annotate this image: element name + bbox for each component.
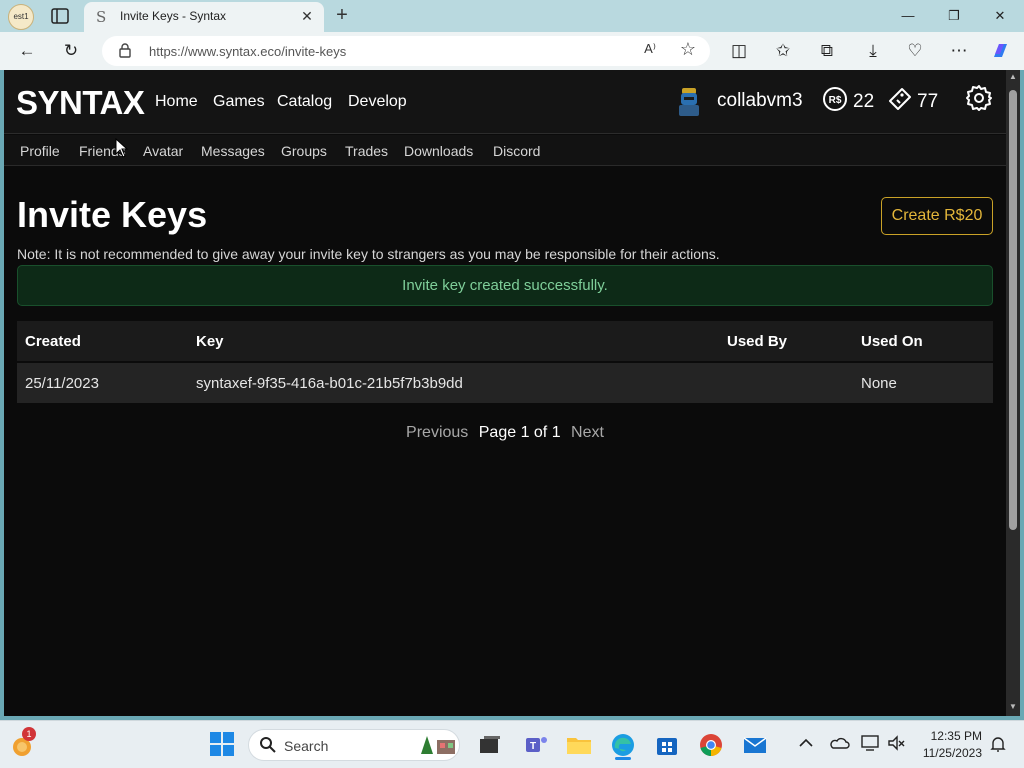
pagination: Previous Page 1 of 1 Next [4,424,1006,442]
cell-used-on: None [853,362,993,403]
cell-used-by [719,362,853,403]
favorites-icon[interactable]: ✩ [772,40,794,62]
clock-date[interactable]: 11/25/2023 [916,746,982,760]
subnav-trades[interactable]: Trades [345,143,388,159]
column-header-used-on: Used On [853,321,993,363]
scroll-up-arrow-icon[interactable]: ▲ [1008,72,1018,84]
tix-balance: 77 [917,91,939,112]
next-page-link[interactable]: Next [571,424,604,441]
site-logo[interactable]: SYNTAX [16,84,145,122]
minimize-icon[interactable]: — [898,6,918,26]
mouse-cursor-icon [115,137,129,158]
lock-icon [118,42,132,58]
nav-home[interactable]: Home [155,93,198,111]
column-header-created: Created [17,321,188,363]
svg-text:T: T [530,741,536,752]
invite-keys-table: Created Key Used By Used On 25/11/2023 s… [17,321,993,403]
create-invite-key-button[interactable]: Create R$20 [881,197,993,235]
subnav-groups[interactable]: Groups [281,143,327,159]
cell-created: 25/11/2023 [17,362,188,403]
favorite-star-icon[interactable]: ☆ [680,39,696,60]
new-tab-icon[interactable]: + [332,5,352,27]
teams-icon[interactable]: T [522,731,550,759]
syntax-favicon-icon: S [96,8,107,26]
nav-catalog[interactable]: Catalog [277,93,332,111]
subnav-downloads[interactable]: Downloads [404,143,473,159]
table-row: 25/11/2023 syntaxef-9f35-416a-b01c-21b5f… [17,362,993,403]
url-text: https://www.syntax.eco/invite-keys [149,44,347,59]
page-indicator: Page 1 of 1 [478,424,561,441]
avatar[interactable] [676,86,702,118]
subnav-messages[interactable]: Messages [201,143,265,159]
settings-gear-icon[interactable] [965,84,993,112]
notifications-bell-icon[interactable] [988,734,1016,762]
subnav-discord[interactable]: Discord [493,143,540,159]
microsoft-store-icon[interactable] [653,731,681,759]
edge-browser-icon[interactable] [609,731,637,760]
volume-muted-icon[interactable] [886,733,914,761]
close-window-icon[interactable]: ✕ [990,6,1010,26]
copilot-icon[interactable] [990,40,1012,62]
tab-title: Invite Keys - Syntax [120,9,227,23]
page-title: Invite Keys [17,194,208,235]
mail-icon[interactable] [741,731,769,759]
browser-tab-active[interactable]: S Invite Keys - Syntax ✕ [84,2,324,32]
search-highlight-icon [419,734,459,763]
back-icon[interactable]: ← [16,40,38,62]
restore-icon[interactable]: ❐ [944,6,964,26]
svg-text:R$: R$ [829,95,842,106]
more-menu-icon[interactable]: ⋯ [948,40,970,62]
column-header-used-by: Used By [719,321,853,363]
show-hidden-icons-chevron-icon[interactable] [796,733,824,761]
column-header-key: Key [188,321,719,363]
site-header: SYNTAX Home Games Catalog Develop collab… [4,70,1006,134]
page-viewport: SYNTAX Home Games Catalog Develop collab… [4,70,1006,716]
nav-develop[interactable]: Develop [348,93,407,111]
search-placeholder: Search [284,738,329,754]
clock-time[interactable]: 12:35 PM [926,729,982,743]
address-bar[interactable]: https://www.syntax.eco/invite-keys A⁾ ☆ [102,36,710,66]
cell-key[interactable]: syntaxef-9f35-416a-b01c-21b5f7b3b9dd [188,362,719,403]
subnav-profile[interactable]: Profile [20,143,60,159]
downloads-icon[interactable]: ⤓ [862,40,884,62]
table-header-row: Created Key Used By Used On [17,321,993,363]
task-view-icon[interactable] [476,731,504,759]
previous-page-link[interactable]: Previous [406,424,468,441]
refresh-icon[interactable]: ↻ [60,40,82,62]
tab-actions-icon[interactable] [50,7,70,25]
taskbar-search-box[interactable]: Search [248,729,460,761]
collections-icon[interactable]: ⧉ [816,40,838,62]
file-explorer-icon[interactable] [565,731,593,759]
robux-balance: 22 [853,91,875,112]
scroll-down-arrow-icon[interactable]: ▼ [1008,702,1018,714]
scrollbar-thumb[interactable] [1009,90,1017,530]
onedrive-cloud-icon[interactable] [828,733,856,761]
robux-icon: R$ [822,86,848,112]
notification-badge: 1 [22,727,36,741]
page-scrollbar[interactable]: ▲ ▼ [1006,70,1020,716]
tix-ticket-icon [886,85,914,113]
browser-tab-strip: est1 S Invite Keys - Syntax ✕ + — ❐ ✕ [0,0,1024,32]
browser-toolbar: ← ↻ https://www.syntax.eco/invite-keys A… [0,32,1024,70]
windows-taskbar: 1 Search T 12:35 PM 11/25/2023 [0,720,1024,768]
browser-essentials-icon[interactable]: ♡ [904,40,926,62]
network-icon[interactable] [860,733,888,761]
sub-navigation: Profile Friends Avatar Messages Groups T… [4,135,1006,166]
split-screen-icon[interactable]: ◫ [728,40,750,62]
nav-games[interactable]: Games [213,93,265,111]
read-aloud-icon[interactable]: A⁾ [644,41,656,57]
search-icon [259,736,277,759]
subnav-avatar[interactable]: Avatar [143,143,183,159]
chrome-icon[interactable] [697,731,725,759]
tab-close-icon[interactable]: ✕ [298,7,316,25]
browser-profile-button[interactable]: est1 [8,4,34,30]
start-windows-icon[interactable] [209,731,237,759]
success-alert: Invite key created successfully. [17,265,993,306]
invite-warning-note: Note: It is not recommended to give away… [17,246,720,262]
username[interactable]: collabvm3 [717,90,803,112]
